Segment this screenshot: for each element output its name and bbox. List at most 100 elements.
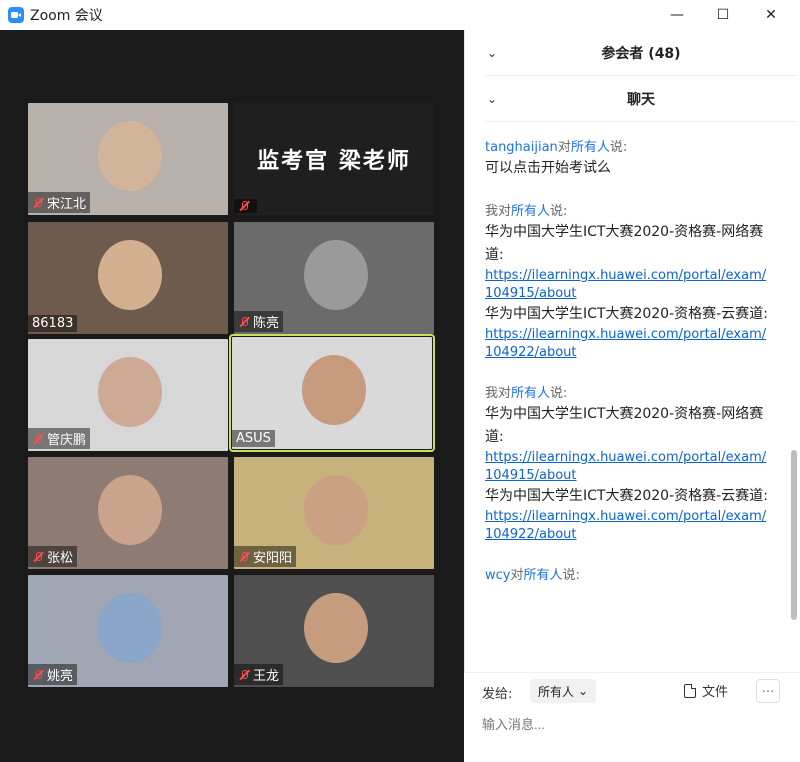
mic-muted-icon xyxy=(32,669,44,681)
participant-video-face xyxy=(98,357,162,427)
chat-message-list[interactable]: tanghaijian对所有人说: 可以点击开始考试么 我对所有人说: 华为中国大学生… xyxy=(465,122,793,672)
participant-name-label: ASUS xyxy=(232,430,275,447)
chat-message: tanghaijian对所有人说: 可以点击开始考试么 xyxy=(485,136,773,180)
mic-muted-icon xyxy=(32,197,44,209)
chat-meta-text: 对 xyxy=(557,140,571,155)
participants-title: 参会者 (48) xyxy=(601,45,681,62)
chat-title: 聊天 xyxy=(627,91,655,108)
participant-video-face xyxy=(98,475,162,545)
minimize-button[interactable]: — xyxy=(654,0,700,30)
file-icon xyxy=(684,683,696,698)
chat-message: 我对所有人说: 华为中国大学生ICT大赛2020-资格赛-网络赛道: https:/… xyxy=(485,200,773,362)
participant-name: 张松 xyxy=(47,551,74,566)
participant-placeholder-text: 监考官 梁老师 xyxy=(234,103,434,215)
recipient-dropdown[interactable]: 所有人 ⌄ xyxy=(530,679,597,703)
participant-video-tile[interactable]: 张松 xyxy=(28,457,228,569)
participant-video-tile[interactable]: 陈亮 xyxy=(234,222,434,334)
chat-meta-text: 说: xyxy=(609,140,628,155)
close-button[interactable]: ✕ xyxy=(748,0,794,30)
participant-name: 姚亮 xyxy=(47,669,74,684)
chevron-down-icon: ⌄ xyxy=(578,684,589,698)
participant-video-face xyxy=(98,121,162,191)
chat-message-meta: wcy对所有人说: xyxy=(485,564,773,583)
window-title: Zoom 会议 xyxy=(30,8,103,24)
chevron-down-icon[interactable]: ⌄ xyxy=(487,92,497,106)
chat-sender: wcy xyxy=(485,568,511,583)
chat-sender: 我 xyxy=(485,386,499,401)
participant-video-face xyxy=(302,355,366,425)
participant-video-tile[interactable]: 安阳阳 xyxy=(234,457,434,569)
chat-message-meta: 我对所有人说: xyxy=(485,200,773,219)
chat-link[interactable]: https://ilearningx.huawei.com/portal/exa… xyxy=(485,449,773,485)
participant-name-label: 86183 xyxy=(28,315,78,332)
chat-sender: 我 xyxy=(485,204,499,219)
chat-text: 华为中国大学生ICT大赛2020-资格赛-网络赛道: xyxy=(485,406,764,445)
participant-name: 86183 xyxy=(32,316,74,331)
participant-name: 王龙 xyxy=(253,669,280,684)
participant-name: ASUS xyxy=(236,431,271,446)
recipient-value: 所有人 xyxy=(538,684,575,699)
participant-video-tile[interactable]: ASUS xyxy=(229,334,435,452)
chat-composer: 发给: 所有人 ⌄ 文件 ⋯ xyxy=(464,672,800,762)
participant-name: 陈亮 xyxy=(253,316,280,331)
maximize-button[interactable]: ☐ xyxy=(700,0,746,30)
mic-muted-icon xyxy=(32,551,44,563)
chat-text: 华为中国大学生ICT大赛2020-资格赛-云赛道: xyxy=(485,488,768,504)
participant-name: 宋江北 xyxy=(47,197,87,212)
chat-text: 华为中国大学生ICT大赛2020-资格赛-网络赛道: xyxy=(485,224,764,263)
participant-video-tile[interactable]: 监考官 梁老师 xyxy=(234,103,434,215)
mic-muted-icon xyxy=(238,200,250,212)
mic-muted-icon xyxy=(238,669,250,681)
mic-muted-icon xyxy=(238,551,250,563)
chat-message: 我对所有人说: 华为中国大学生ICT大赛2020-资格赛-网络赛道: https:/… xyxy=(485,382,773,544)
participant-name-label: 陈亮 xyxy=(234,311,284,332)
chevron-down-icon[interactable]: ⌄ xyxy=(487,46,497,60)
participant-name-label: 张松 xyxy=(28,546,78,567)
sidebar: ⌄ 参会者 (48) ⌄ 聊天 tanghaijian对所有人说: 可以点击开始考… xyxy=(464,30,800,762)
participant-name: 管庆鹏 xyxy=(47,433,87,448)
participant-video-face xyxy=(98,240,162,310)
participant-name-label: 安阳阳 xyxy=(234,546,297,567)
chat-meta-text: 说: xyxy=(550,204,568,219)
chat-link[interactable]: https://ilearningx.huawei.com/portal/exa… xyxy=(485,267,773,303)
zoom-logo-icon xyxy=(8,7,24,23)
chat-meta-text: 对 xyxy=(498,386,512,401)
mic-muted-icon xyxy=(32,433,44,445)
participant-video-face xyxy=(98,593,162,663)
send-to-label: 发给: xyxy=(482,687,513,702)
mic-muted-icon xyxy=(238,316,250,328)
chat-recipient: 所有人 xyxy=(511,204,551,219)
chat-sender: tanghaijian xyxy=(485,140,558,155)
chat-message-input[interactable] xyxy=(482,713,782,735)
participant-video-tile[interactable]: 姚亮 xyxy=(28,575,228,687)
participant-name-label: 宋江北 xyxy=(28,192,91,213)
more-options-button[interactable]: ⋯ xyxy=(756,679,780,703)
chat-meta-text: 说: xyxy=(562,568,580,583)
chat-recipient: 所有人 xyxy=(511,386,551,401)
participant-video-tile[interactable]: 宋江北 xyxy=(28,103,228,215)
chat-text: 华为中国大学生ICT大赛2020-资格赛-云赛道: xyxy=(485,306,768,322)
chat-text: 可以点击开始考试么 xyxy=(485,160,611,176)
participant-video-face xyxy=(304,593,368,663)
file-label: 文件 xyxy=(702,685,729,700)
chat-message-meta: 我对所有人说: xyxy=(485,382,773,401)
participants-section-header[interactable]: ⌄ 参会者 (48) xyxy=(485,30,797,76)
chat-message: wcy对所有人说: xyxy=(485,564,773,583)
participant-name-label: 姚亮 xyxy=(28,664,78,685)
participant-video-face xyxy=(304,240,368,310)
participant-video-face xyxy=(304,475,368,545)
participant-name-label xyxy=(234,199,257,213)
chat-scrollbar-thumb[interactable] xyxy=(791,450,797,620)
chat-meta-text: 说: xyxy=(550,386,568,401)
chat-recipient: 所有人 xyxy=(523,568,563,583)
file-button[interactable]: 文件 xyxy=(684,681,728,700)
participant-video-tile[interactable]: 86183 xyxy=(28,222,228,334)
chat-meta-text: 对 xyxy=(498,204,512,219)
participant-video-tile[interactable]: 王龙 xyxy=(234,575,434,687)
participant-name-label: 管庆鹏 xyxy=(28,428,91,449)
participant-video-tile[interactable]: 管庆鹏 xyxy=(28,339,228,451)
chat-section-header[interactable]: ⌄ 聊天 xyxy=(485,76,797,122)
chat-link[interactable]: https://ilearningx.huawei.com/portal/exa… xyxy=(485,508,773,544)
participant-name-label: 王龙 xyxy=(234,664,284,685)
chat-link[interactable]: https://ilearningx.huawei.com/portal/exa… xyxy=(485,326,773,362)
